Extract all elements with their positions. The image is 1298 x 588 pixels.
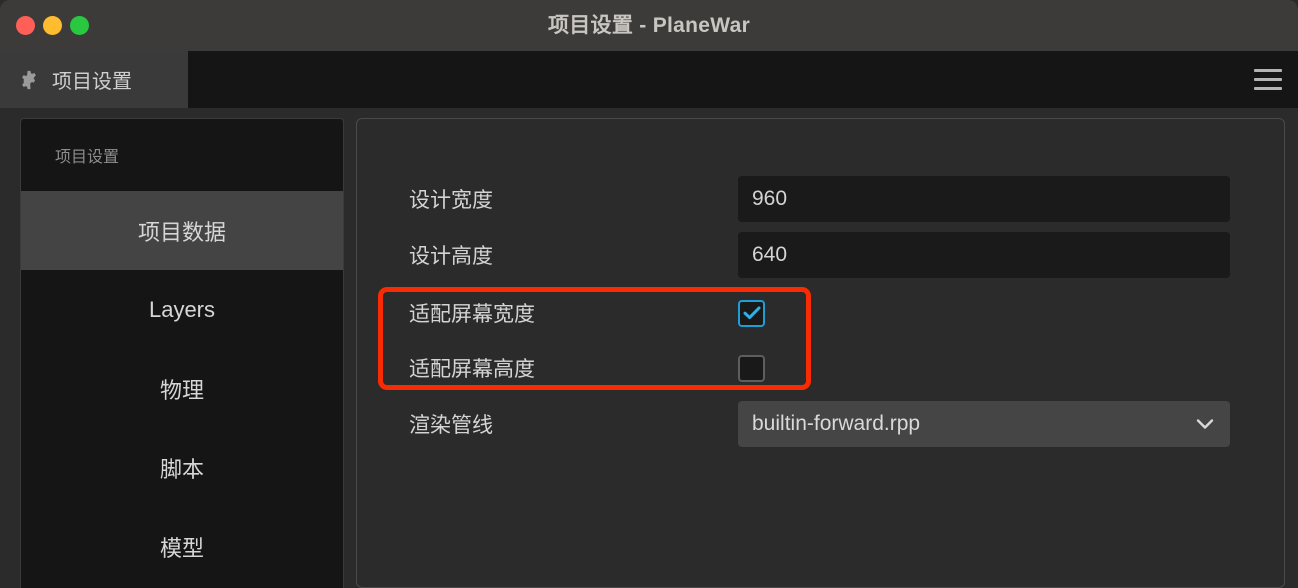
- render-pipeline-value: builtin-forward.rpp: [752, 412, 921, 435]
- hamburger-bar: [1254, 87, 1282, 90]
- sidebar-item-physics[interactable]: 物理: [21, 349, 343, 428]
- render-pipeline-select[interactable]: builtin-forward.rpp: [738, 401, 1230, 447]
- sidebar-item-label: 物理: [159, 377, 204, 403]
- checkmark-icon: [743, 306, 760, 320]
- sidebar-item-layers[interactable]: Layers: [21, 270, 343, 349]
- settings-panel: 设计宽度 960 设计高度 640 适配屏幕宽度 适配屏幕高度 渲染管线 bui…: [356, 118, 1285, 588]
- sidebar-item-label: 脚本: [159, 456, 204, 482]
- settings-sidebar: 项目设置 项目数据 Layers 物理 脚本 模型: [20, 118, 344, 588]
- title-bar: 项目设置 - PlaneWar: [0, 0, 1298, 51]
- fit-screen-height-label: 适配屏幕高度: [409, 358, 535, 381]
- tab-bar: 项目设置: [0, 51, 1298, 108]
- fit-screen-width-label: 适配屏幕宽度: [409, 303, 535, 326]
- form-row-render-pipeline: 渲染管线 builtin-forward.rpp: [357, 400, 1284, 448]
- fit-screen-width-checkbox[interactable]: [738, 299, 765, 327]
- sidebar-item-label: Layers: [148, 296, 216, 322]
- design-width-input[interactable]: 960: [738, 176, 1230, 222]
- maximize-window-button[interactable]: [70, 16, 89, 35]
- sidebar-header: 项目设置: [55, 149, 120, 166]
- design-width-label: 设计宽度: [409, 189, 493, 212]
- design-height-input[interactable]: 640: [738, 232, 1230, 278]
- gear-icon: [22, 70, 36, 89]
- fit-screen-height-checkbox[interactable]: [738, 354, 765, 382]
- sidebar-item-label: 项目数据: [137, 219, 226, 245]
- sidebar-item-label: 模型: [159, 535, 204, 561]
- form-row-design-height: 设计高度 640: [357, 231, 1284, 279]
- sidebar-item-project-data[interactable]: 项目数据: [21, 191, 343, 270]
- window-title: 项目设置 - PlaneWar: [547, 14, 751, 37]
- sidebar-item-model[interactable]: 模型: [21, 507, 343, 586]
- tab-project-settings[interactable]: 项目设置: [0, 51, 188, 108]
- form-row-fit-height: 适配屏幕高度: [357, 344, 1284, 392]
- minimize-window-button[interactable]: [43, 16, 62, 35]
- app-window: 项目设置 - PlaneWar 项目设置 项目设置 项目数据 Layers 物理: [0, 0, 1298, 588]
- hamburger-bar: [1254, 69, 1282, 72]
- tab-label: 项目设置: [52, 71, 132, 93]
- form-row-design-width: 设计宽度 960: [357, 175, 1284, 223]
- sidebar-item-script[interactable]: 脚本: [21, 428, 343, 507]
- traffic-light-group: [16, 16, 89, 35]
- form-row-fit-width: 适配屏幕宽度: [357, 289, 1284, 337]
- close-window-button[interactable]: [16, 16, 35, 35]
- hamburger-bar: [1254, 78, 1282, 81]
- design-height-label: 设计高度: [409, 245, 493, 268]
- render-pipeline-label: 渲染管线: [409, 414, 493, 437]
- chevron-down-icon: [1196, 419, 1214, 429]
- hamburger-menu-icon[interactable]: [1254, 69, 1282, 90]
